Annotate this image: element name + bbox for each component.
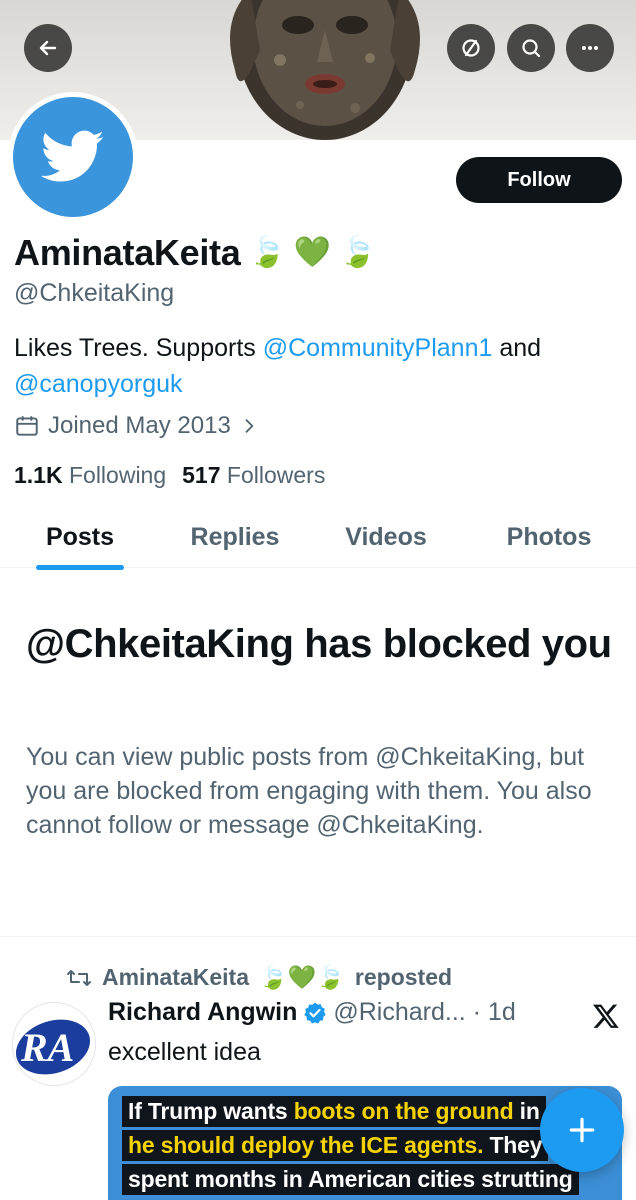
x-logo-icon[interactable] [592,1002,620,1030]
circle-slash-icon [462,39,480,57]
repost-name: AminataKeita [102,964,249,990]
tweet-meta: @Richard... · 1d [333,998,516,1026]
follow-counts: 1.1K Following 517 Followers [14,462,325,489]
mute-notifications-button[interactable] [447,24,495,72]
profile-handle: @ChkeitaKing [14,279,175,307]
repost-icon [67,969,91,986]
followers-link[interactable]: 517 Followers [182,462,325,489]
media-line: spent months in American cities struttin… [122,1164,579,1195]
tab-replies[interactable]: Replies [170,506,300,568]
banner-sculpture-image [230,0,420,140]
repost-suffix: reposted [354,964,453,990]
bio-text: and [492,334,542,362]
plus-icon [569,1117,595,1143]
tweet-header: Richard Angwin @Richard... · 1d [108,998,516,1027]
tweet-author-name[interactable]: Richard Angwin [108,998,297,1027]
media-line: If Trump wants boots on the ground in [122,1096,546,1127]
profile-tabs: Posts Replies Videos Photos [0,506,636,570]
tweet-author-avatar[interactable]: RA [12,1002,96,1086]
joined-date[interactable]: Joined May 2013 [14,412,259,440]
follow-button[interactable]: Follow [456,157,622,203]
search-button[interactable] [507,24,555,72]
followers-count: 517 [182,462,221,488]
tab-photos[interactable]: Photos [486,506,612,568]
profile-name-row: AminataKeita 🍃 💚 🍃 [14,230,377,276]
tab-videos[interactable]: Videos [326,506,446,568]
back-button[interactable] [24,24,72,72]
avatar-image [13,97,133,217]
following-link[interactable]: 1.1K Following [14,462,166,489]
profile-bio: Likes Trees. Supports @CommunityPlann1 a… [14,330,624,402]
bird-logo-icon [41,130,104,182]
blocked-description: You can view public posts from @ChkeitaK… [26,743,592,839]
media-line: he should deploy the ICE agents. They [122,1130,549,1161]
leaf-emoji: 🍃 [248,236,286,269]
calendar-icon [16,416,38,436]
chevron-right-icon [245,419,254,433]
blocked-title: @ChkeitaKing has blocked you [26,622,612,666]
bio-mention-link[interactable]: @canopyorguk [14,370,183,398]
bio-mention-link[interactable]: @CommunityPlann1 [263,334,493,362]
ra-logo-avatar: RA [13,1003,95,1085]
arrow-left-icon [39,40,57,56]
tweet-text: excellent idea [108,1038,261,1066]
repost-emojis: 🍃💚🍃 [258,964,345,990]
bio-text: Likes Trees. Supports [14,334,263,362]
joined-label: Joined May 2013 [48,412,231,439]
active-tab-indicator [36,565,124,570]
profile-avatar[interactable] [8,92,138,222]
search-icon [522,39,541,58]
compose-button[interactable] [540,1088,624,1172]
avatar-initials: RA [20,1025,74,1070]
ellipsis-icon [582,46,598,50]
verified-badge-icon [304,1002,327,1023]
repost-context[interactable]: AminataKeita 🍃💚🍃 reposted [66,964,452,991]
more-options-button[interactable] [566,24,614,72]
display-name: AminataKeita [14,232,241,273]
leaf-emoji: 🍃 [339,236,377,269]
following-count: 1.1K [14,462,63,488]
green-heart-emoji: 💚 [293,236,332,269]
followers-label: Followers [226,462,326,488]
tab-posts[interactable]: Posts [20,506,140,568]
following-label: Following [68,462,167,488]
divider [0,936,636,937]
